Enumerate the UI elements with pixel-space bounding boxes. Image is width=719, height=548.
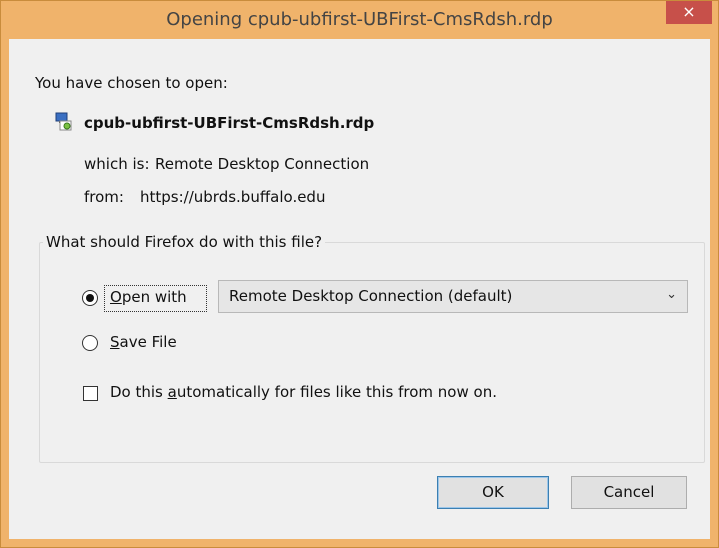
close-icon: ×	[682, 2, 696, 21]
save-file-label[interactable]: Save File	[110, 333, 177, 351]
save-file-radio[interactable]	[82, 335, 98, 351]
open-with-radio[interactable]	[82, 290, 98, 306]
auto-open-label[interactable]: Do this automatically for files like thi…	[110, 383, 497, 401]
cancel-button[interactable]: Cancel	[571, 476, 687, 509]
from-value: https://ubrds.buffalo.edu	[140, 188, 326, 206]
open-with-select-value: Remote Desktop Connection (default)	[229, 287, 513, 305]
dialog-content: You have chosen to open: cpub-ubfirst-UB…	[9, 39, 710, 539]
intro-text: You have chosen to open:	[35, 74, 228, 92]
ok-button[interactable]: OK	[437, 476, 549, 509]
radio-selected-dot	[86, 294, 94, 302]
from-label: from:	[84, 188, 124, 206]
window-title: Opening cpub-ubfirst-UBFirst-CmsRdsh.rdp	[166, 9, 553, 30]
action-group	[39, 242, 705, 463]
chevron-down-icon: ⌄	[666, 287, 677, 302]
title-bar[interactable]: Opening cpub-ubfirst-UBFirst-CmsRdsh.rdp…	[1, 1, 718, 39]
file-name: cpub-ubfirst-UBFirst-CmsRdsh.rdp	[84, 114, 375, 132]
rdp-file-icon	[55, 112, 72, 131]
open-with-label[interactable]: Open with	[110, 288, 187, 306]
open-with-select[interactable]: Remote Desktop Connection (default) ⌄	[218, 280, 688, 313]
which-is-label: which is:	[84, 155, 150, 173]
auto-open-checkbox[interactable]	[83, 386, 98, 401]
close-button[interactable]: ×	[666, 1, 712, 24]
action-group-label: What should Firefox do with this file?	[43, 233, 326, 251]
which-is-value: Remote Desktop Connection	[155, 155, 370, 173]
dialog-window: Opening cpub-ubfirst-UBFirst-CmsRdsh.rdp…	[0, 0, 719, 548]
